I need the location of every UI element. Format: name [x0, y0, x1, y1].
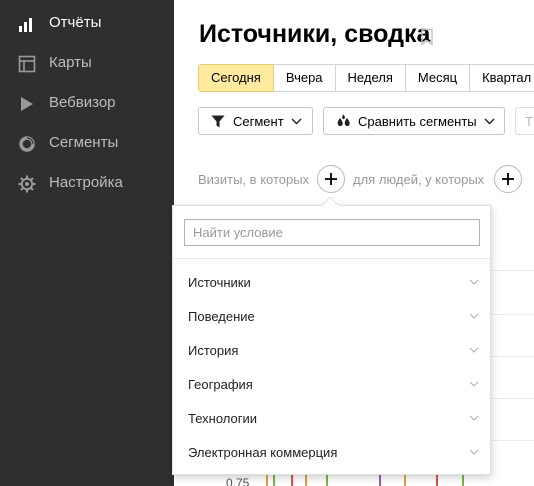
segment-button-label: Сегмент [233, 113, 284, 129]
chevron-down-icon [469, 415, 479, 421]
dropdown-item-label: Технологии [188, 411, 258, 426]
sidebar: Отчёты Карты Вебвизор Сегменты Настройка [0, 0, 174, 486]
period-today[interactable]: Сегодня [198, 64, 274, 92]
chevron-down-icon [484, 118, 495, 125]
sidebar-item-segments[interactable]: Сегменты [0, 123, 174, 163]
sidebar-item-webvisor[interactable]: Вебвизор [0, 83, 174, 123]
dropdown-item-label: Источники [188, 275, 251, 290]
drops-icon [336, 114, 352, 128]
chevron-down-icon [469, 347, 479, 353]
chart-bar [462, 474, 464, 486]
sidebar-item-label: Вебвизор [49, 94, 116, 111]
truncated-button[interactable]: Т [515, 107, 534, 135]
page-title: Источники, сводка [199, 20, 431, 48]
period-selector: Сегодня Вчера Неделя Месяц Квартал [198, 64, 534, 92]
chart-bar [379, 474, 381, 486]
dropdown-item-label: Электронная коммерция [188, 445, 338, 460]
condition-dropdown: Источники Поведение История География Те… [172, 196, 491, 475]
sidebar-item-label: Сегменты [49, 134, 119, 151]
chevron-down-icon [291, 118, 302, 125]
sidebar-item-reports[interactable]: Отчёты [0, 3, 174, 43]
compare-segments-button[interactable]: Сравнить сегменты [323, 107, 505, 135]
sidebar-item-label: Карты [49, 54, 92, 71]
gear-icon [18, 175, 36, 193]
chart-axis-label: 0.75 [226, 476, 250, 486]
dropdown-item-ecommerce[interactable]: Электронная коммерция [173, 436, 490, 470]
chevron-down-icon [469, 449, 479, 455]
bar-chart-icon [18, 15, 36, 33]
dropdown-item-label: История [188, 343, 239, 358]
period-yesterday[interactable]: Вчера [272, 64, 336, 92]
segments-icon [18, 135, 36, 153]
period-quarter[interactable]: Квартал [469, 64, 534, 92]
chart-bar [273, 474, 275, 486]
plus-icon [325, 173, 337, 185]
dropdown-item-geography[interactable]: География [173, 368, 490, 402]
map-icon [18, 55, 36, 73]
filter-icon [211, 115, 225, 128]
play-icon [18, 95, 36, 113]
plus-icon [502, 173, 514, 185]
chart-bar [305, 474, 307, 486]
chart-bar [404, 474, 406, 486]
dropdown-item-behavior[interactable]: Поведение [173, 300, 490, 334]
add-people-condition-button[interactable] [494, 165, 522, 193]
sidebar-item-maps[interactable]: Карты [0, 43, 174, 83]
chart-bar [436, 474, 438, 486]
add-visit-condition-button[interactable] [317, 165, 345, 193]
chevron-down-icon [469, 279, 479, 285]
chevron-down-icon [469, 313, 479, 319]
visits-condition-label: Визиты, в которых [198, 172, 310, 187]
dropdown-item-sources[interactable]: Источники [173, 266, 490, 300]
chart-bar [326, 474, 328, 486]
dropdown-item-label: География [188, 377, 253, 392]
sidebar-item-settings[interactable]: Настройка [0, 163, 174, 203]
people-condition-label: для людей, у которых [353, 172, 485, 187]
truncated-button-label: Т [525, 113, 533, 129]
chart-bar [291, 474, 293, 486]
compare-segments-label: Сравнить сегменты [358, 113, 477, 129]
segment-button[interactable]: Сегмент [198, 107, 313, 135]
dropdown-divider [173, 258, 490, 259]
dropdown-item-history[interactable]: История [173, 334, 490, 368]
condition-search-input[interactable] [184, 219, 480, 246]
sidebar-item-label: Отчёты [49, 14, 102, 31]
dropdown-item-label: Поведение [188, 309, 255, 324]
period-week[interactable]: Неделя [334, 64, 406, 92]
bookmark-icon[interactable] [420, 28, 434, 46]
chart-bar [266, 474, 268, 486]
dropdown-item-technologies[interactable]: Технологии [173, 402, 490, 436]
period-month[interactable]: Месяц [404, 64, 471, 92]
chevron-down-icon [469, 381, 479, 387]
sidebar-item-label: Настройка [49, 174, 123, 191]
